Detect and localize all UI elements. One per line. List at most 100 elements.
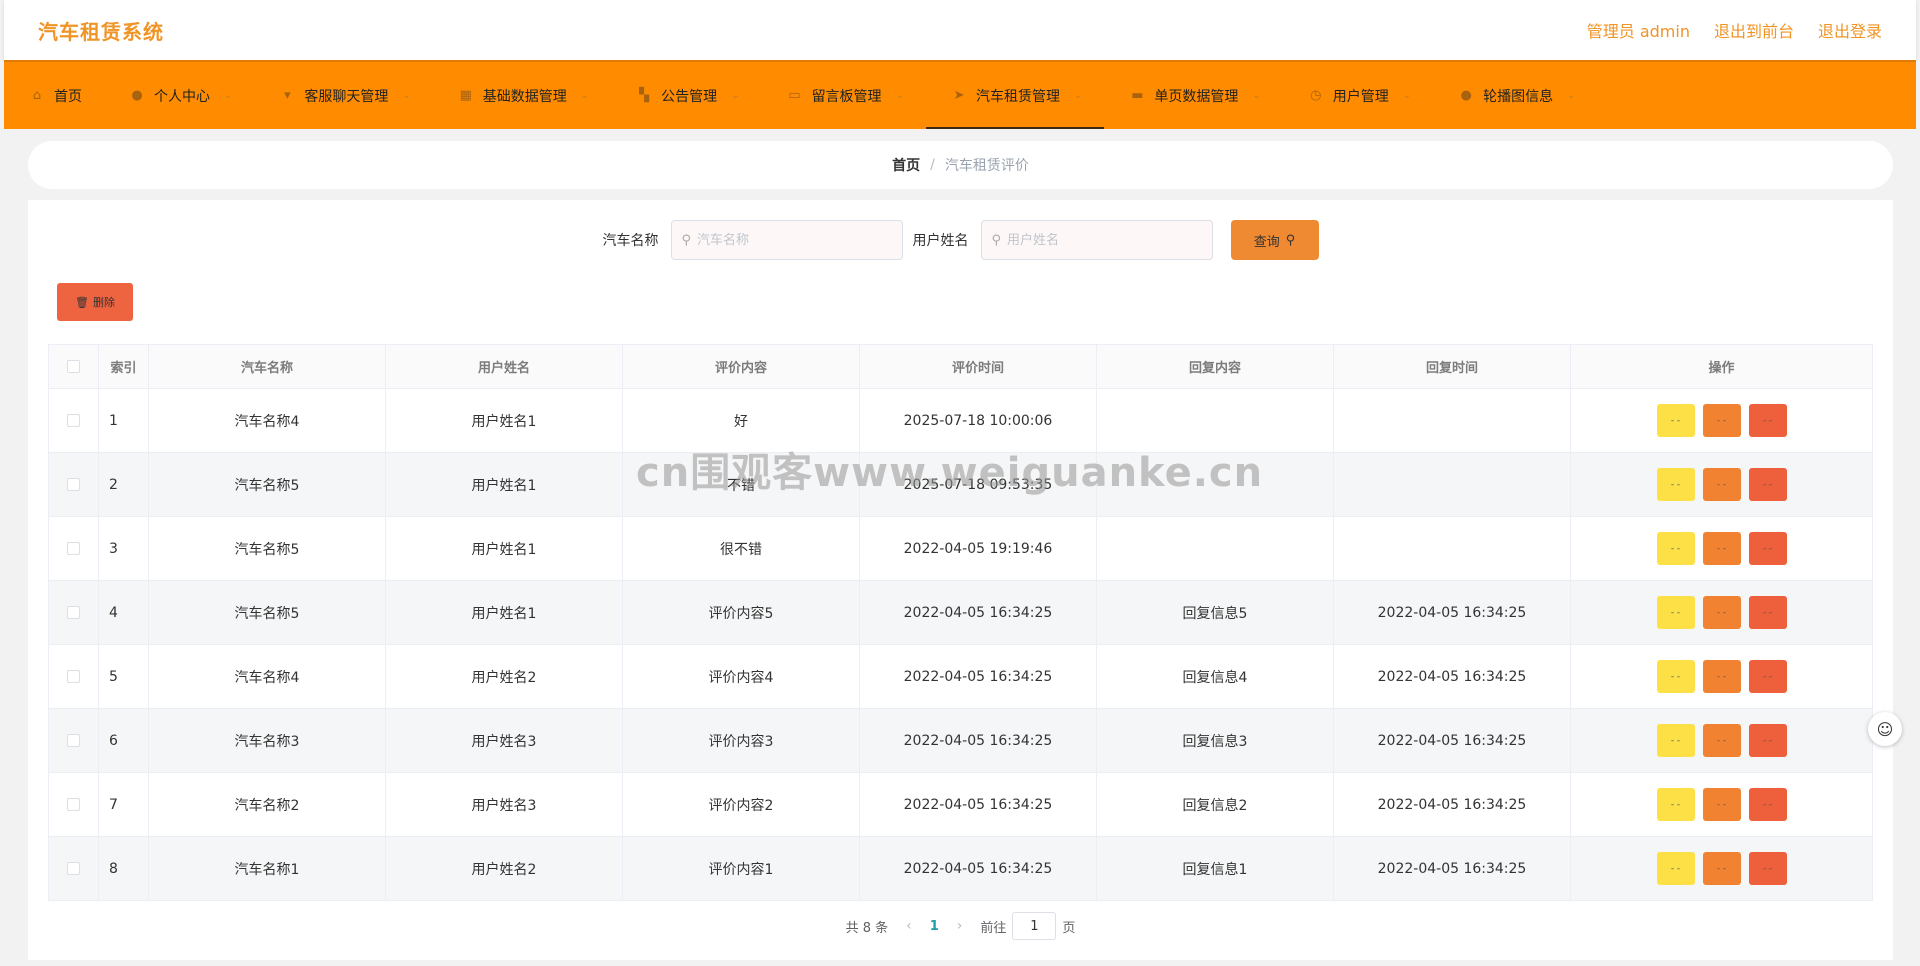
row-checkbox[interactable] (67, 798, 80, 811)
back-to-frontend-link[interactable]: 退出到前台 (1714, 18, 1794, 42)
edit-button[interactable]: - - (1702, 596, 1741, 629)
nav-item-1[interactable]: ● 个人中心 ⌄ (104, 62, 254, 129)
nav-item-7[interactable]: ▬ 单页数据管理 ⌄ (1104, 62, 1282, 129)
view-button[interactable]: - - (1656, 468, 1695, 501)
row-user-name: 用户姓名3 (385, 708, 623, 773)
row-select-cell (48, 516, 99, 581)
breadcrumb-home[interactable]: 首页 (892, 155, 920, 175)
admin-user-link[interactable]: 管理员 admin (1587, 18, 1690, 42)
row-index: 7 (98, 772, 149, 837)
nav-item-6[interactable]: ➤ 汽车租赁管理 ⌄ (925, 62, 1105, 129)
chevron-down-icon: ⌄ (1073, 90, 1083, 101)
user-name-field[interactable]: ⚲ (980, 220, 1213, 260)
prev-page-icon[interactable]: ‹ (906, 918, 912, 934)
row-select-cell (48, 580, 99, 645)
row-checkbox[interactable] (67, 606, 80, 619)
chevron-down-icon: ⌄ (1252, 90, 1261, 101)
delete-button[interactable]: - - (1748, 596, 1787, 629)
row-reply-time: 2022-04-05 16:34:25 (1333, 836, 1571, 901)
edit-button[interactable]: - - (1702, 852, 1741, 885)
row-review-time: 2022-04-05 16:34:25 (859, 772, 1097, 837)
edit-button[interactable]: - - (1702, 404, 1741, 437)
page-icon: ▬ (1131, 87, 1144, 103)
row-checkbox[interactable] (67, 734, 80, 747)
row-select-cell (48, 836, 99, 901)
query-button[interactable]: 查询 ⚲ (1230, 220, 1319, 260)
row-select-cell (48, 772, 99, 837)
row-review-time: 2022-04-05 19:19:46 (859, 516, 1097, 581)
breadcrumb-current: 汽车租赁评价 (944, 158, 1029, 174)
nav-item-9[interactable]: ● 轮播图信息 ⌄ (1433, 62, 1597, 129)
table-row: 4 汽车名称5 用户姓名1 评价内容5 2022-04-05 16:34:25 回复信息5… (48, 580, 1873, 645)
nav-item-0[interactable]: ⌂ 首页 (4, 62, 104, 129)
view-button[interactable]: - - (1656, 852, 1695, 885)
delete-button[interactable]: - - (1748, 468, 1787, 501)
edit-button[interactable]: - - (1702, 660, 1741, 693)
table-row: 6 汽车名称3 用户姓名3 评价内容3 2022-04-05 16:34:25 回复信息3… (48, 708, 1873, 773)
apps-icon: ▚ (639, 87, 650, 103)
nav-item-label: 汽车租赁管理 (975, 88, 1060, 105)
logout-link[interactable]: 退出登录 (1818, 18, 1882, 42)
user-name-input[interactable] (1007, 232, 1202, 248)
view-button[interactable]: - - (1656, 724, 1695, 757)
pagination-jumper: 前往 页 (980, 912, 1075, 940)
row-review-content: 评价内容3 (622, 708, 860, 773)
delete-button[interactable]: - - (1748, 788, 1787, 821)
view-button[interactable]: - - (1656, 660, 1695, 693)
nav-item-4[interactable]: ▚ 公告管理 ⌄ (611, 62, 761, 129)
delete-button[interactable]: - - (1748, 852, 1787, 885)
row-user-name: 用户姓名1 (385, 580, 623, 645)
table-row: 7 汽车名称2 用户姓名3 评价内容2 2022-04-05 16:34:25 回复信息2… (48, 772, 1873, 837)
goto-suffix: 页 (1062, 920, 1076, 936)
delete-button[interactable]: - - (1748, 724, 1787, 757)
row-checkbox[interactable] (67, 862, 80, 875)
view-button[interactable]: - - (1656, 404, 1695, 437)
car-name-field[interactable]: ⚲ (670, 220, 903, 260)
edit-button[interactable]: - - (1702, 468, 1741, 501)
edit-button[interactable]: - - (1702, 788, 1741, 821)
app-root: 汽车租赁系统 管理员 admin 退出到前台 退出登录 ⌂ 首页 ● 个人中心 ⌄ ▾ 客服… (0, 0, 1920, 966)
row-index: 8 (98, 836, 149, 901)
nav-item-label: 留言板管理 (811, 88, 882, 105)
nav-item-3[interactable]: ▦ 基础数据管理 ⌄ (433, 62, 611, 129)
nav-item-label: 单页数据管理 (1154, 88, 1239, 105)
nav-item-5[interactable]: ▭ 留言板管理 ⌄ (762, 62, 926, 129)
row-review-time: 2025-07-18 09:53:35 (859, 452, 1097, 517)
batch-delete-button[interactable]: 🗑 删除 (57, 283, 133, 321)
delete-button[interactable]: - - (1748, 404, 1787, 437)
delete-button[interactable]: - - (1748, 532, 1787, 565)
column-header-car-name: 汽车名称 (148, 344, 386, 389)
nav-item-2[interactable]: ▾ 客服聊天管理 ⌄ (254, 62, 432, 129)
row-actions: - -- -- - (1570, 516, 1873, 581)
navigation-icon: ➤ (953, 87, 965, 103)
row-index: 3 (98, 516, 149, 581)
row-checkbox[interactable] (67, 542, 80, 555)
row-review-time: 2022-04-05 16:34:25 (859, 836, 1097, 901)
table-header-row: 索引 汽车名称 用户姓名 评价内容 评价时间 回复内容 回复时间 操作 (48, 344, 1873, 389)
customer-service-avatar[interactable]: ☺ (1868, 712, 1902, 746)
row-review-content: 评价内容4 (622, 644, 860, 709)
view-button[interactable]: - - (1656, 788, 1695, 821)
nav-item-8[interactable]: ◷ 用户管理 ⌄ (1283, 62, 1433, 129)
user-icon: ● (1460, 87, 1472, 103)
chevron-down-icon: ⌄ (731, 90, 740, 101)
next-page-icon[interactable]: › (957, 918, 963, 934)
goto-page-input[interactable] (1012, 912, 1057, 940)
search-icon: ⚲ (681, 232, 692, 248)
row-checkbox[interactable] (67, 414, 80, 427)
view-button[interactable]: - - (1656, 596, 1695, 629)
edit-button[interactable]: - - (1702, 532, 1741, 565)
review-table: 索引 汽车名称 用户姓名 评价内容 评价时间 回复内容 回复时间 操作 1 汽车名… (48, 344, 1873, 901)
row-review-content: 评价内容5 (622, 580, 860, 645)
nav-item-label: 客服聊天管理 (304, 88, 389, 105)
view-button[interactable]: - - (1656, 532, 1695, 565)
page-number-current[interactable]: 1 (930, 919, 939, 934)
row-checkbox[interactable] (67, 478, 80, 491)
nav-item-label: 公告管理 (661, 88, 718, 105)
select-all-checkbox[interactable] (67, 360, 80, 373)
row-user-name: 用户姓名1 (385, 452, 623, 517)
edit-button[interactable]: - - (1702, 724, 1741, 757)
delete-button[interactable]: - - (1748, 660, 1787, 693)
row-checkbox[interactable] (67, 670, 80, 683)
car-name-input[interactable] (697, 232, 892, 248)
